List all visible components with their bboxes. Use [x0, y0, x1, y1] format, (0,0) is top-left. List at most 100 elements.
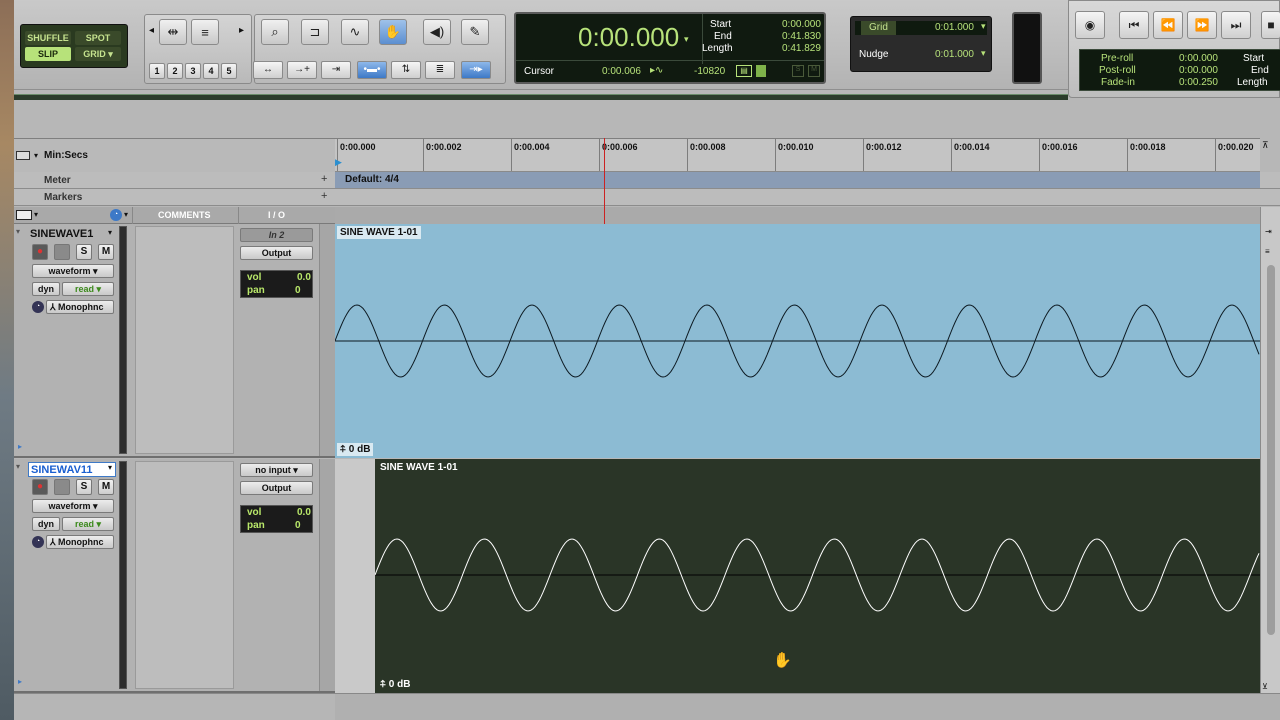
pan-value[interactable]: 0	[295, 285, 301, 296]
return-to-zero-icon[interactable]: ⏮	[1119, 11, 1149, 39]
track-list-icon[interactable]	[16, 210, 32, 220]
audio-clip[interactable]: SINE WAVE 1-01 ⍏ 0 dB	[335, 224, 1260, 458]
comments-box[interactable]	[135, 461, 234, 689]
scrollbar-thumb[interactable]	[1267, 265, 1275, 635]
input-monitor-button[interactable]	[54, 244, 70, 260]
nudge-value[interactable]: 0:01.000	[935, 49, 974, 60]
start-value[interactable]: 0:00.000	[782, 19, 821, 30]
track-select-icon[interactable]: ▾	[16, 462, 20, 471]
trim-tool-icon[interactable]: ⊐	[301, 19, 329, 45]
slip-button[interactable]: SLIP	[25, 47, 71, 61]
zoom-preset-4[interactable]: 4	[203, 63, 219, 79]
spot-button[interactable]: SPOT	[75, 31, 121, 45]
grabber-tool-icon[interactable]: ✋	[379, 19, 407, 45]
preroll-value[interactable]: 0:00.000	[1179, 53, 1218, 64]
timeline-ruler[interactable]: 0:00.000 0:00.002 0:00.004 0:00.006 0:00…	[335, 138, 1260, 172]
view-selector[interactable]: waveform ▾	[32, 499, 114, 513]
grid-dropdown-icon[interactable]: ▾	[981, 21, 986, 32]
ruler-menu-arrow-icon[interactable]: ▾	[34, 151, 38, 160]
postroll-label[interactable]: Post-roll	[1099, 65, 1136, 76]
elastic-audio-icon[interactable]: ◔	[32, 536, 44, 548]
audio-clip[interactable]: SINE WAVE 1-01 ⍏ 0 dB ✋	[375, 459, 1260, 693]
nudge-dropdown-icon[interactable]: ▾	[981, 48, 986, 59]
solo-button[interactable]: S	[76, 479, 92, 495]
scroll-menu-icon[interactable]: ≡	[1265, 247, 1270, 256]
add-marker-icon[interactable]: +	[321, 190, 327, 202]
main-counter-value[interactable]: 0:00.000	[578, 22, 679, 53]
meter-lane[interactable]: Default: 4/4	[335, 172, 1260, 188]
go-to-end-icon[interactable]: ⏭	[1221, 11, 1251, 39]
output-selector[interactable]: Output	[240, 481, 313, 495]
grid-label[interactable]: Grid	[861, 21, 896, 35]
automation-mode[interactable]: read ▾	[62, 517, 114, 531]
track-name-arrow-icon[interactable]: ▾	[108, 228, 112, 237]
tab-transient-on-icon[interactable]: ⇥▸	[461, 61, 491, 79]
stop-icon[interactable]: ■	[1261, 11, 1280, 39]
automation-mode[interactable]: read ▾	[62, 282, 114, 296]
fast-forward-icon[interactable]: ⏩	[1187, 11, 1217, 39]
track-name-arrow-icon[interactable]: ▾	[108, 463, 112, 472]
scrubber-tool-icon[interactable]: ◀)	[423, 19, 451, 45]
dyn-button[interactable]: dyn	[32, 517, 60, 531]
pencil-tool-icon[interactable]: ✎	[461, 19, 489, 45]
zoom-preset-5[interactable]: 5	[221, 63, 237, 79]
expand-track-icon[interactable]: ▸	[18, 442, 22, 451]
selector-tool-icon[interactable]: ∿	[341, 19, 369, 45]
io-column-header[interactable]: I / O	[268, 210, 285, 220]
track-menu-arrow-icon[interactable]: ▾	[34, 210, 38, 219]
solo-indicator-icon[interactable]: S	[792, 65, 804, 77]
track-height-strip[interactable]	[319, 224, 335, 456]
vertical-scrollbar[interactable]: ⇥ ≡	[1260, 207, 1280, 693]
timebase-icon[interactable]: ◔	[110, 209, 122, 221]
solo-button[interactable]: S	[76, 244, 92, 260]
tab-to-transients-icon[interactable]: ⇥	[321, 61, 351, 79]
length-value[interactable]: 0:41.829	[782, 43, 821, 54]
zoom-in-arrow-icon[interactable]: ▸	[239, 25, 244, 36]
record-enable-icon[interactable]: ●	[32, 244, 48, 260]
output-selector[interactable]: Output	[240, 246, 313, 260]
track-format[interactable]: ⅄ Monophnc	[46, 535, 114, 549]
view-selector[interactable]: waveform ▾	[32, 264, 114, 278]
mute-button[interactable]: M	[98, 479, 114, 495]
zoom-out-arrow-icon[interactable]: ◂	[149, 25, 154, 36]
mute-indicator-icon[interactable]: M	[808, 65, 820, 77]
input-selector[interactable]: In 2	[240, 228, 313, 242]
online-icon[interactable]: ◉	[1075, 11, 1105, 39]
record-enable-icon[interactable]: ●	[32, 479, 48, 495]
postroll-value[interactable]: 0:00.000	[1179, 65, 1218, 76]
scroll-down-icon[interactable]: ⊻	[1262, 682, 1268, 691]
mirror-midi-icon[interactable]: •▬•	[357, 61, 387, 79]
elastic-audio-icon[interactable]: ◔	[32, 301, 44, 313]
mute-button[interactable]: M	[98, 244, 114, 260]
grid-value[interactable]: 0:01.000	[935, 22, 974, 33]
track-name[interactable]: SINEWAV11	[28, 462, 116, 477]
dyn-button[interactable]: dyn	[32, 282, 60, 296]
link-timeline-icon[interactable]: ↔	[253, 61, 283, 79]
ruler-view-icon[interactable]	[16, 151, 30, 160]
playhead-marker-icon[interactable]: ▶	[335, 157, 342, 168]
zoom-preset-2[interactable]: 2	[167, 63, 183, 79]
vol-value[interactable]: 0.0	[297, 272, 311, 283]
pan-value[interactable]: 0	[295, 520, 301, 531]
comments-column-header[interactable]: COMMENTS	[158, 210, 211, 220]
scroll-right-icon[interactable]: ⇥	[1265, 227, 1272, 236]
main-ruler-label[interactable]: Min:Secs	[44, 150, 88, 161]
vol-pan-box[interactable]: vol 0.0 pan 0	[240, 270, 313, 298]
preroll-label[interactable]: Pre-roll	[1101, 53, 1133, 64]
timebase-arrow-icon[interactable]: ▾	[124, 210, 128, 219]
zoomer-tool-icon[interactable]: ⌕	[261, 19, 289, 45]
vertical-zoom-icon[interactable]: ≡	[191, 19, 219, 45]
zoom-preset-1[interactable]: 1	[149, 63, 165, 79]
vol-value[interactable]: 0.0	[297, 507, 311, 518]
counter-dropdown-icon[interactable]: ▾	[684, 34, 689, 45]
end-value[interactable]: 0:41.830	[782, 31, 821, 42]
track-height-strip[interactable]	[319, 459, 335, 691]
track-format[interactable]: ⅄ Monophnc	[46, 300, 114, 314]
vol-pan-box[interactable]: vol 0.0 pan 0	[240, 505, 313, 533]
rewind-icon[interactable]: ⏪	[1153, 11, 1183, 39]
comments-box[interactable]	[135, 226, 234, 454]
zoom-preset-3[interactable]: 3	[185, 63, 201, 79]
shuffle-button[interactable]: SHUFFLE	[25, 31, 71, 45]
link-track-icon[interactable]: ≣	[425, 61, 455, 79]
fadein-label[interactable]: Fade-in	[1101, 77, 1135, 88]
